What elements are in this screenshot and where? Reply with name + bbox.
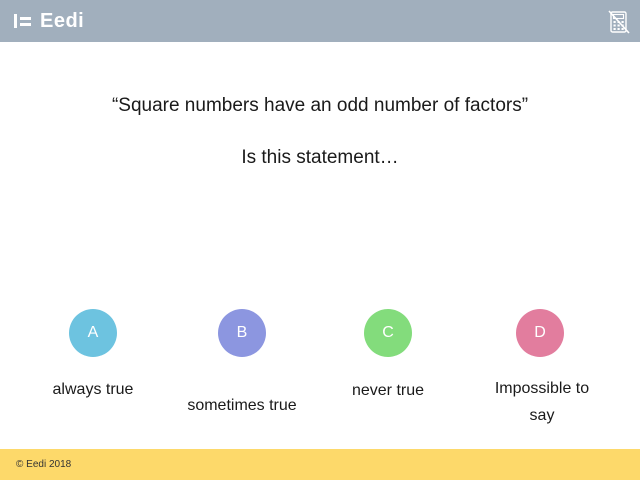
option-b[interactable]: B sometimes true [167, 309, 317, 414]
option-a[interactable]: A always true [18, 309, 168, 398]
option-c-letter: C [382, 324, 394, 341]
header-bar: Eedi [0, 0, 640, 42]
option-a-circle[interactable]: A [69, 309, 117, 357]
question-prompt: Is this statement… [241, 147, 399, 168]
eedi-logo: Eedi [14, 8, 84, 34]
option-c-circle[interactable]: C [364, 309, 412, 357]
logo-text: Eedi [40, 10, 85, 32]
option-d[interactable]: D Impossible to say [465, 309, 615, 424]
option-d-circle[interactable]: D [516, 309, 564, 357]
copyright-text: © Eedi 2018 [16, 459, 72, 470]
option-b-circle[interactable]: B [218, 309, 266, 357]
calculator-not-allowed-icon [608, 10, 630, 34]
option-b-letter: B [236, 324, 248, 341]
option-d-letter: D [534, 324, 546, 341]
option-c-label: never true [351, 382, 425, 399]
option-a-label: always true [52, 381, 134, 398]
eedi-logo-icon [14, 12, 34, 30]
option-b-label: sometimes true [187, 397, 297, 414]
option-d-label: Impossible to say [494, 380, 590, 424]
question-statement: “Square numbers have an odd number of fa… [111, 95, 529, 116]
option-c[interactable]: C never true [313, 309, 463, 399]
option-a-letter: A [87, 324, 99, 341]
footer-bar: © Eedi 2018 [0, 449, 640, 480]
